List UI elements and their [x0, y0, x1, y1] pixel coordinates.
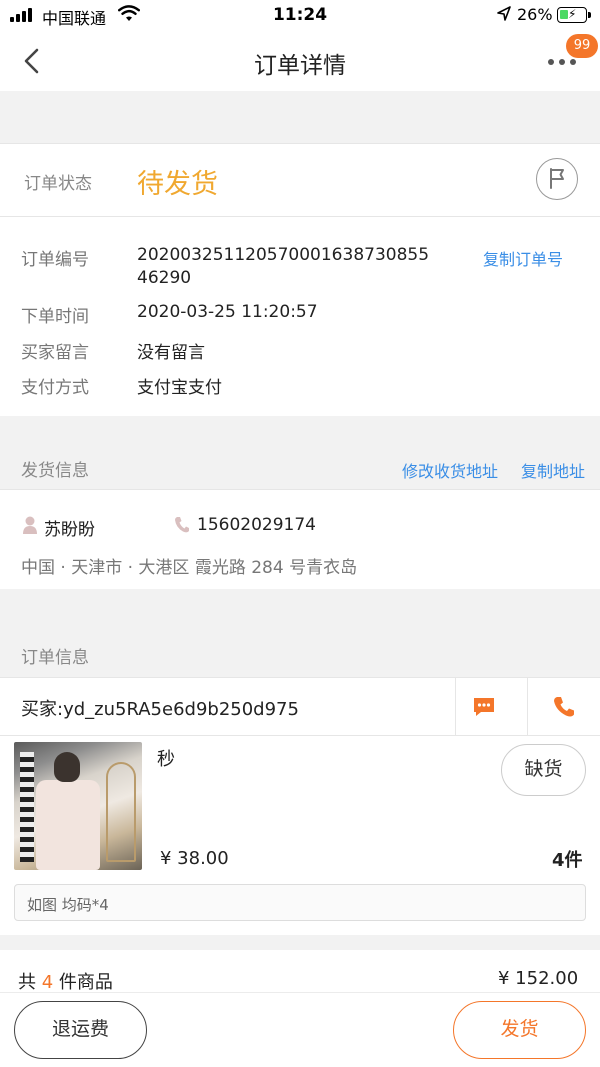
message-buyer-button[interactable]	[455, 678, 511, 735]
order-status-section: 订单状态 待发货	[0, 143, 600, 216]
battery-percent: 26%	[517, 5, 553, 24]
order-number-line2: 46290	[137, 268, 192, 288]
shipping-info-title: 发货信息	[21, 461, 89, 481]
product-image[interactable]	[14, 742, 142, 870]
bottom-action-bar: 退运费 发货	[0, 992, 600, 1067]
flag-button[interactable]	[536, 158, 578, 200]
product-spec: 如图 均码*4	[14, 884, 586, 921]
summary-count: 共 4 件商品	[18, 968, 113, 994]
payment-method-value: 支付宝支付	[137, 378, 222, 398]
buyer-row: 买家:yd_zu5RA5e6d9b250d975	[0, 678, 600, 736]
order-number-label: 订单编号	[21, 250, 89, 270]
recipient-phone[interactable]: 15602029174	[197, 515, 316, 535]
order-status-label: 订单状态	[24, 174, 92, 194]
product-name: 秒	[157, 749, 175, 770]
nav-bar: 订单详情 99	[0, 30, 600, 91]
summary-suffix: 件商品	[58, 972, 113, 993]
location-arrow-icon	[497, 6, 511, 27]
chat-icon	[473, 697, 494, 716]
shipping-card: 苏盼盼 15602029174 中国 · 天津市 · 大港区 霞光路 284 号…	[0, 489, 600, 589]
product-quantity: 4件	[552, 850, 583, 871]
order-status-value: 待发货	[137, 169, 218, 200]
buyer-note-label: 买家留言	[21, 343, 89, 363]
order-time-value: 2020-03-25 11:20:57	[137, 302, 318, 322]
summary-item-count: 4	[41, 972, 54, 993]
edit-address-link[interactable]: 修改收货地址	[402, 458, 498, 482]
page-title: 订单详情	[254, 53, 346, 79]
summary-prefix: 共	[18, 972, 36, 993]
phone-icon	[174, 516, 190, 538]
out-of-stock-button[interactable]: 缺货	[501, 744, 586, 796]
recipient-address: 中国 · 天津市 · 大港区 霞光路 284 号青衣岛	[21, 558, 358, 578]
phone-call-icon	[554, 696, 574, 717]
product-price: ¥ 38.00	[160, 848, 229, 869]
call-buyer-button[interactable]	[527, 678, 600, 735]
order-number-line1: 20200325112057000163873085​5	[137, 245, 430, 265]
recipient-name: 苏盼盼	[44, 520, 95, 540]
order-info-title: 订单信息	[21, 648, 89, 668]
copy-order-number-link[interactable]: 复制订单号	[483, 246, 563, 270]
battery-icon: ⚡	[557, 7, 591, 23]
ship-button[interactable]: 发货	[453, 1001, 586, 1059]
notification-badge: 99	[566, 34, 598, 58]
buyer-id: 买家:yd_zu5RA5e6d9b250d975	[21, 699, 299, 720]
copy-address-link[interactable]: 复制地址	[521, 458, 585, 482]
status-bar: 中国联通 11:24 26% ⚡	[0, 0, 600, 30]
buyer-note-value: 没有留言	[137, 343, 205, 363]
refund-shipping-button[interactable]: 退运费	[14, 1001, 147, 1059]
summary-total: ¥ 152.00	[498, 968, 579, 989]
payment-method-label: 支付方式	[21, 378, 89, 398]
order-time-label: 下单时间	[21, 307, 89, 327]
person-icon	[22, 515, 38, 539]
order-details-section: 订单编号 20200325112057000163873085​5 46290 …	[0, 216, 600, 416]
